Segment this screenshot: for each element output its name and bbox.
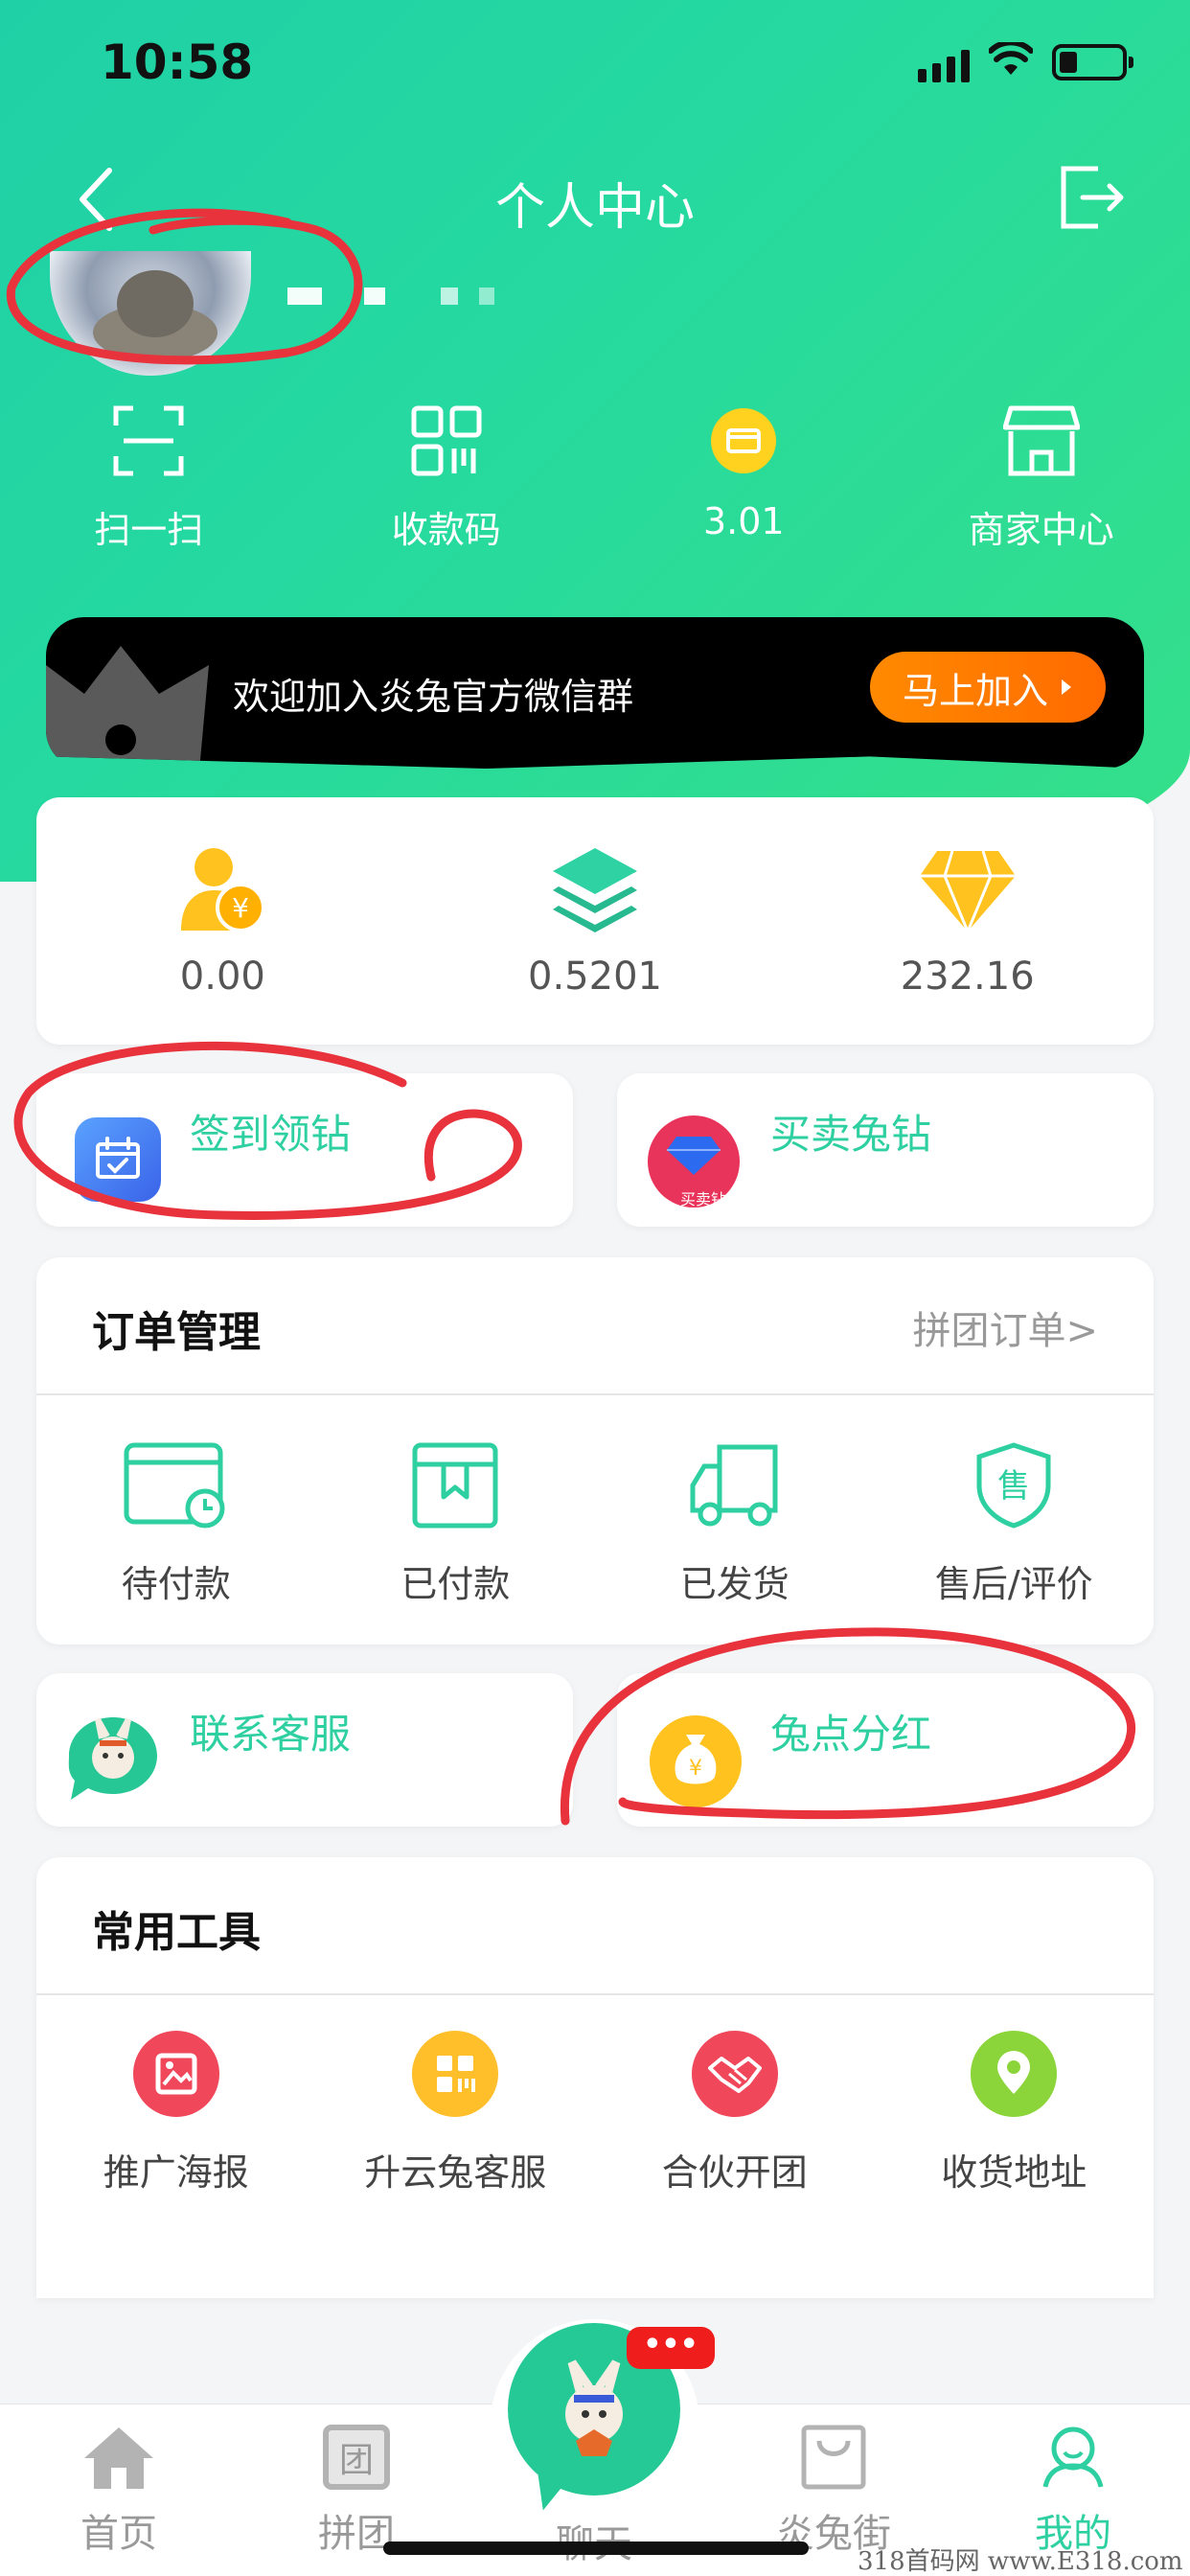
- svg-text:团: 团: [339, 2441, 374, 2480]
- logout-icon[interactable]: [1054, 159, 1131, 236]
- quick-actions: 扫一扫 收款码 3.01 商家中心: [0, 402, 1190, 556]
- shipped-button[interactable]: 已发货: [595, 1438, 875, 1607]
- scan-icon: [113, 405, 184, 476]
- money-bag-icon: ¥: [650, 1715, 742, 1807]
- balance-label: 3.01: [702, 500, 785, 542]
- page-title: 个人中心: [494, 179, 695, 237]
- merchant-center-label: 商家中心: [968, 509, 1114, 551]
- common-tools-card: 常用工具 推广海报 升云兔客服 合伙开团 收货地址: [36, 1857, 1154, 2298]
- after-sales-button[interactable]: 售 售后/评价: [875, 1438, 1155, 1607]
- grid-service-icon: [412, 2031, 499, 2117]
- tab-group[interactable]: 团 拼团: [280, 2424, 433, 2558]
- divider: [36, 1393, 1154, 1395]
- dividend-label: 兔点分红: [770, 1711, 932, 1758]
- cash-balance[interactable]: ¥ 0.00: [36, 797, 409, 1045]
- location-icon: [971, 2031, 1058, 2117]
- shipping-address-button[interactable]: 收货地址: [875, 2026, 1155, 2196]
- shipped-truck-icon: [690, 1444, 778, 1527]
- profile-icon: [1042, 2426, 1104, 2488]
- sign-in-diamonds-button[interactable]: 签到领钻: [36, 1073, 573, 1227]
- payment-code-label: 收款码: [391, 509, 501, 551]
- signal-icon: [918, 50, 970, 82]
- common-tools-title: 常用工具: [92, 1908, 261, 1957]
- trade-diamonds-button[interactable]: 买卖钻 买卖兔钻: [617, 1073, 1154, 1227]
- token-balance-value: 0.5201: [528, 954, 662, 999]
- calendar-check-icon: [75, 1117, 161, 1202]
- paid-icon: [412, 1442, 498, 1529]
- tab-chat-label: 聊天: [517, 2513, 671, 2568]
- dividend-button[interactable]: ¥ 兔点分红: [617, 1673, 1154, 1827]
- chat-unread-badge: •••: [627, 2327, 715, 2369]
- wallet-coin-icon: [711, 408, 777, 473]
- group-icon: 团: [323, 2425, 390, 2490]
- nickname-redacted: [287, 288, 508, 307]
- shopping-bag-icon: [801, 2425, 866, 2490]
- status-bar: 10:58: [0, 0, 1190, 125]
- handshake-icon: [691, 2031, 778, 2117]
- scan-label: 扫一扫: [94, 509, 204, 551]
- status-time: 10:58: [101, 34, 254, 90]
- order-management-title: 订单管理: [92, 1308, 261, 1357]
- balance-button[interactable]: 3.01: [595, 402, 893, 556]
- caret-right-icon: [1062, 679, 1071, 695]
- divider: [36, 1993, 1154, 1995]
- tab-mine[interactable]: 我的: [996, 2424, 1150, 2558]
- cloud-service-button[interactable]: 升云兔客服: [316, 2026, 596, 2196]
- join-now-button[interactable]: 马上加入: [870, 652, 1106, 723]
- layers-icon: [553, 848, 637, 932]
- home-icon: [84, 2427, 153, 2489]
- svg-text:¥: ¥: [232, 892, 249, 924]
- sign-in-label: 签到领钻: [190, 1111, 352, 1158]
- navigation-bar: 个人中心: [0, 144, 1190, 249]
- qr-code-icon: [411, 405, 482, 476]
- diamond-icon: [919, 850, 1016, 933]
- partner-group-label: 合伙开团: [661, 2151, 808, 2194]
- cloud-service-label: 升云兔客服: [364, 2151, 547, 2194]
- tab-home-label: 首页: [80, 2512, 157, 2556]
- partner-group-button[interactable]: 合伙开团: [595, 2026, 875, 2196]
- after-sales-icon: 售: [976, 1442, 1051, 1529]
- assets-card: ¥ 0.00 0.5201 232.16: [36, 797, 1154, 1045]
- trade-label: 买卖兔钻: [770, 1111, 932, 1158]
- paid-label: 已付款: [400, 1563, 511, 1605]
- promo-poster-label: 推广海报: [103, 2151, 249, 2194]
- merchant-center-button[interactable]: 商家中心: [893, 402, 1190, 556]
- promo-poster-button[interactable]: 推广海报: [36, 2026, 316, 2196]
- tab-street[interactable]: 炎兔街: [757, 2424, 910, 2558]
- user-yuan-icon: ¥: [181, 848, 266, 932]
- tab-home[interactable]: 首页: [42, 2424, 195, 2558]
- group-orders-link[interactable]: 拼团订单>: [912, 1300, 1098, 1355]
- wechat-group-banner[interactable]: 欢迎加入炎兔官方微信群 马上加入: [46, 617, 1144, 769]
- watermark: 318首码网 www.E318.com: [858, 2547, 1183, 2576]
- contact-service-button[interactable]: 联系客服: [36, 1673, 573, 1827]
- poster-icon: [132, 2031, 219, 2117]
- trade-icon-caption: 买卖钻: [680, 1190, 727, 1208]
- diamond-balance[interactable]: 232.16: [781, 797, 1154, 1045]
- payment-code-button[interactable]: 收款码: [298, 402, 596, 556]
- diamond-balance-value: 232.16: [900, 954, 1035, 999]
- scan-button[interactable]: 扫一扫: [0, 402, 298, 556]
- store-icon: [1002, 405, 1080, 476]
- pending-payment-label: 待付款: [121, 1563, 231, 1605]
- pending-payment-icon: [124, 1442, 225, 1529]
- svg-text:¥: ¥: [689, 1757, 702, 1781]
- battery-icon: [1052, 44, 1133, 80]
- wifi-icon: [989, 42, 1033, 75]
- after-sales-label: 售后/评价: [934, 1563, 1093, 1605]
- crown-icon: [46, 646, 209, 769]
- home-indicator: [383, 2542, 809, 2555]
- pending-payment-button[interactable]: 待付款: [36, 1438, 316, 1607]
- customer-service-icon: [68, 1717, 157, 1800]
- shipping-address-label: 收货地址: [941, 2151, 1087, 2194]
- svg-text:售: 售: [997, 1467, 1030, 1506]
- chat-icon: [565, 2359, 623, 2456]
- join-now-label: 马上加入: [902, 669, 1048, 712]
- banner-text: 欢迎加入炎兔官方微信群: [233, 676, 634, 718]
- cash-balance-value: 0.00: [179, 954, 265, 999]
- paid-button[interactable]: 已付款: [316, 1438, 596, 1607]
- shipped-label: 已发货: [679, 1563, 790, 1605]
- contact-service-label: 联系客服: [190, 1711, 352, 1758]
- order-management-card: 订单管理 拼团订单> 待付款 已付款 已发货 售 售后/评价: [36, 1257, 1154, 1644]
- token-balance[interactable]: 0.5201: [409, 797, 782, 1045]
